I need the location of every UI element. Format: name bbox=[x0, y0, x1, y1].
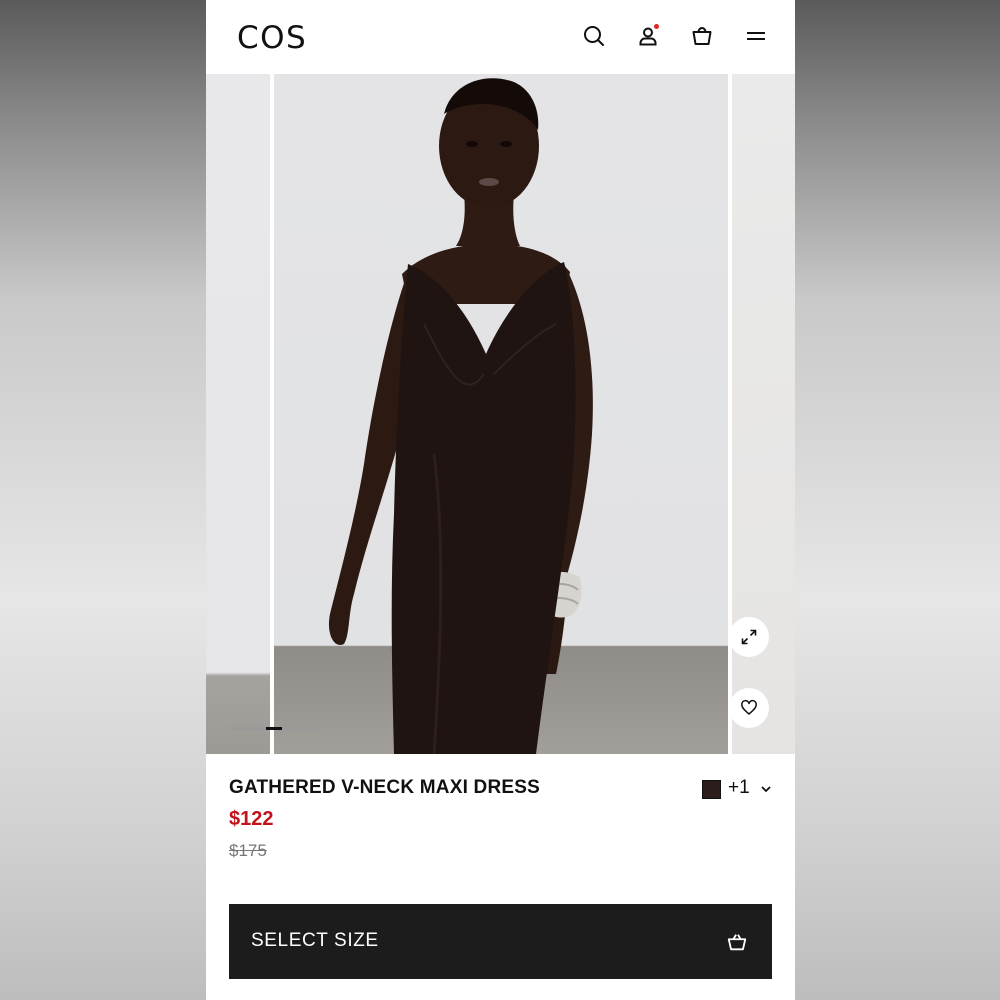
previous-product-image[interactable] bbox=[206, 74, 270, 754]
product-image-carousel[interactable] bbox=[206, 74, 795, 754]
select-size-button[interactable]: SELECT SIZE bbox=[229, 904, 772, 979]
brand-logo[interactable]: COS bbox=[237, 20, 307, 56]
bag-icon[interactable] bbox=[690, 24, 714, 48]
chevron-down-icon[interactable] bbox=[759, 782, 773, 796]
expand-icon bbox=[741, 629, 757, 645]
expand-button[interactable] bbox=[729, 617, 769, 657]
sale-price: $122 bbox=[229, 808, 274, 830]
more-colors-count[interactable]: +1 bbox=[728, 777, 750, 799]
add-to-bag-icon bbox=[727, 934, 747, 951]
account-icon[interactable] bbox=[636, 24, 660, 48]
site-header: COS bbox=[206, 0, 795, 74]
model-photo bbox=[328, 78, 593, 754]
search-icon[interactable] bbox=[582, 24, 606, 48]
main-product-image[interactable] bbox=[274, 74, 728, 754]
background-left bbox=[0, 0, 206, 1000]
menu-icon[interactable] bbox=[744, 24, 768, 48]
mobile-page: COS GATHERED V-NECK MAXI DRESS $122 $175… bbox=[206, 0, 795, 1000]
heart-icon bbox=[741, 699, 757, 715]
color-swatch[interactable] bbox=[702, 780, 721, 799]
background-right bbox=[795, 0, 1000, 1000]
carousel-progress bbox=[229, 727, 319, 730]
select-size-label: SELECT SIZE bbox=[251, 930, 379, 951]
wishlist-button[interactable] bbox=[729, 688, 769, 728]
notification-dot bbox=[654, 24, 659, 29]
carousel-progress-indicator bbox=[266, 727, 282, 730]
product-title: GATHERED V-NECK MAXI DRESS bbox=[229, 777, 540, 798]
original-price: $175 bbox=[229, 841, 267, 860]
